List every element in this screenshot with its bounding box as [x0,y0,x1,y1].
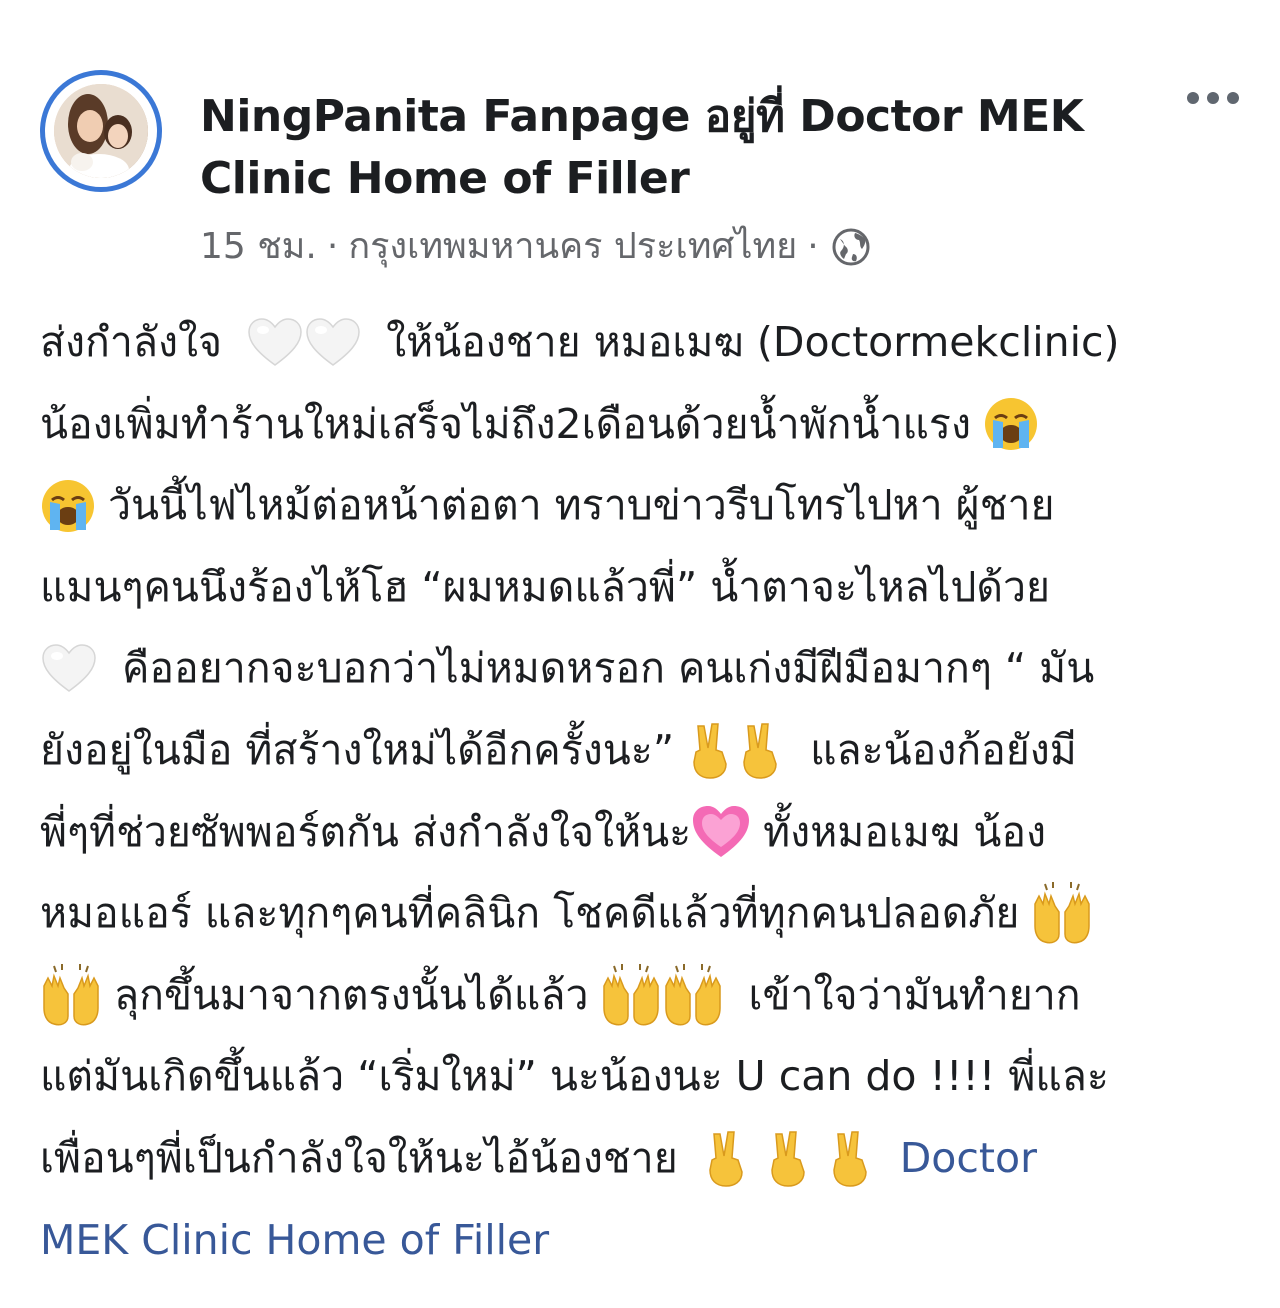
body-text: ให้น้องชาย หมอเมฆ (Doctormekclinic) [386,318,1120,366]
raising-hands-icon [665,963,722,1026]
post-location[interactable]: กรุงเทพมหานคร ประเทศไทย [348,222,797,272]
post-body: ส่งกำลังใจ ให้น้องชาย หมอเมฆ (Doctormekc… [40,302,1245,1281]
page-link-doctor[interactable]: Doctor [900,1118,1037,1200]
raising-hands-icon [1034,881,1091,944]
body-text: ลุกขึ้นมาจากตรงนั้นได้แล้ว [114,970,589,1019]
author-line-1: NingPanita Fanpage อยู่ที่ Doctor MEK [200,91,1084,142]
white-heart-icon [42,644,96,693]
body-line: พี่ๆที่ช่วยซัพพอร์ตกัน ส่งกำลังใจให้นะ ท… [40,792,1245,874]
white-heart-icon [306,318,360,366]
body-text: เข้าใจว่ามันทำยาก [748,970,1081,1019]
body-text: วันนี้ไฟไหม้ต่อหน้าต่อตา ทราบข่าวรีบโทรไ… [108,481,1055,530]
body-line: เพื่อนๆพี่เป็นกำลังใจให้นะไอ้น้องชาย Doc… [40,1118,1245,1200]
post-time[interactable]: 15 ชม. [200,222,317,272]
victory-hand-icon [832,1130,867,1187]
victory-hand-icon [743,723,777,779]
loudly-crying-face-icon [984,398,1037,451]
body-line: คืออยากจะบอกว่าไม่หมดหรอก คนเก่งมีฝีมือม… [40,628,1245,710]
body-line: MEK Clinic Home of Filler [40,1200,1245,1282]
body-text: ส่งกำลังใจ [40,318,223,366]
body-text: เพื่อนๆพี่เป็นกำลังใจให้นะไอ้น้องชาย [40,1133,678,1182]
page-link-mek-clinic[interactable]: MEK Clinic Home of Filler [40,1200,549,1282]
raising-hands-icon [43,963,99,1026]
post-author[interactable]: NingPanita Fanpage อยู่ที่ Doctor MEK Cl… [200,86,1120,210]
more-options-icon[interactable] [1184,86,1242,110]
avatar-photo [54,84,148,178]
body-line: น้องเพิ่มทำร้านใหม่เสร็จไม่ถึง2เดือนด้วย… [40,384,1245,466]
facebook-post: NingPanita Fanpage อยู่ที่ Doctor MEK Cl… [0,0,1280,1308]
body-line: ยังอยู่ในมือ ที่สร้างใหม่ได้อีกครั้งนะ” … [40,710,1245,792]
body-line: หมอแอร์ และทุกๆคนที่คลินิก โชคดีแล้วที่ท… [40,873,1245,955]
author-line-2: Clinic Home of Filler [200,153,690,204]
victory-hand-icon [708,1130,743,1187]
body-text: ยังอยู่ในมือ ที่สร้างใหม่ได้อีกครั้งนะ” [40,725,675,774]
meta-separator: · [326,226,339,267]
loudly-crying-face-icon [42,479,94,532]
avatar[interactable] [40,70,162,192]
globe-icon[interactable] [831,227,871,267]
post-meta: 15 ชม. · กรุงเทพมหานคร ประเทศไทย · [200,222,871,272]
body-line: ลุกขึ้นมาจากตรงนั้นได้แล้ว เข้าใจว่ามันท… [40,955,1245,1037]
body-text: แมนๆคนนึงร้องไห้โฮ “ผมหมดแล้วพี่” น้ำตาจ… [40,562,1051,611]
body-text: น้องเพิ่มทำร้านใหม่เสร็จไม่ถึง2เดือนด้วย… [40,399,971,448]
body-text: คืออยากจะบอกว่าไม่หมดหรอก คนเก่งมีฝีมือม… [122,644,1095,693]
body-line: วันนี้ไฟไหม้ต่อหน้าต่อตา ทราบข่าวรีบโทรไ… [40,465,1245,547]
body-text: และน้องก้อยังมี [810,725,1077,774]
body-text: แต่มันเกิดขึ้นแล้ว “เริ่มใหม่” นะน้องนะ … [40,1052,1109,1101]
white-heart-icon [248,318,302,366]
body-text: พี่ๆที่ช่วยซัพพอร์ตกัน ส่งกำลังใจให้นะ [40,807,692,856]
body-text: ทั้งหมอเมฆ น้อง [763,807,1047,856]
body-line: แมนๆคนนึงร้องไห้โฮ “ผมหมดแล้วพี่” น้ำตาจ… [40,547,1245,629]
body-line: แต่มันเกิดขึ้นแล้ว “เริ่มใหม่” นะน้องนะ … [40,1036,1245,1118]
meta-separator: · [807,226,819,267]
body-line: ส่งกำลังใจ ให้น้องชาย หมอเมฆ (Doctormekc… [40,302,1245,384]
victory-hand-icon [770,1130,805,1187]
raising-hands-icon [603,963,660,1026]
growing-heart-icon [693,806,750,858]
victory-hand-icon [693,723,727,779]
body-text: หมอแอร์ และทุกๆคนที่คลินิก โชคดีแล้วที่ท… [40,889,1020,938]
